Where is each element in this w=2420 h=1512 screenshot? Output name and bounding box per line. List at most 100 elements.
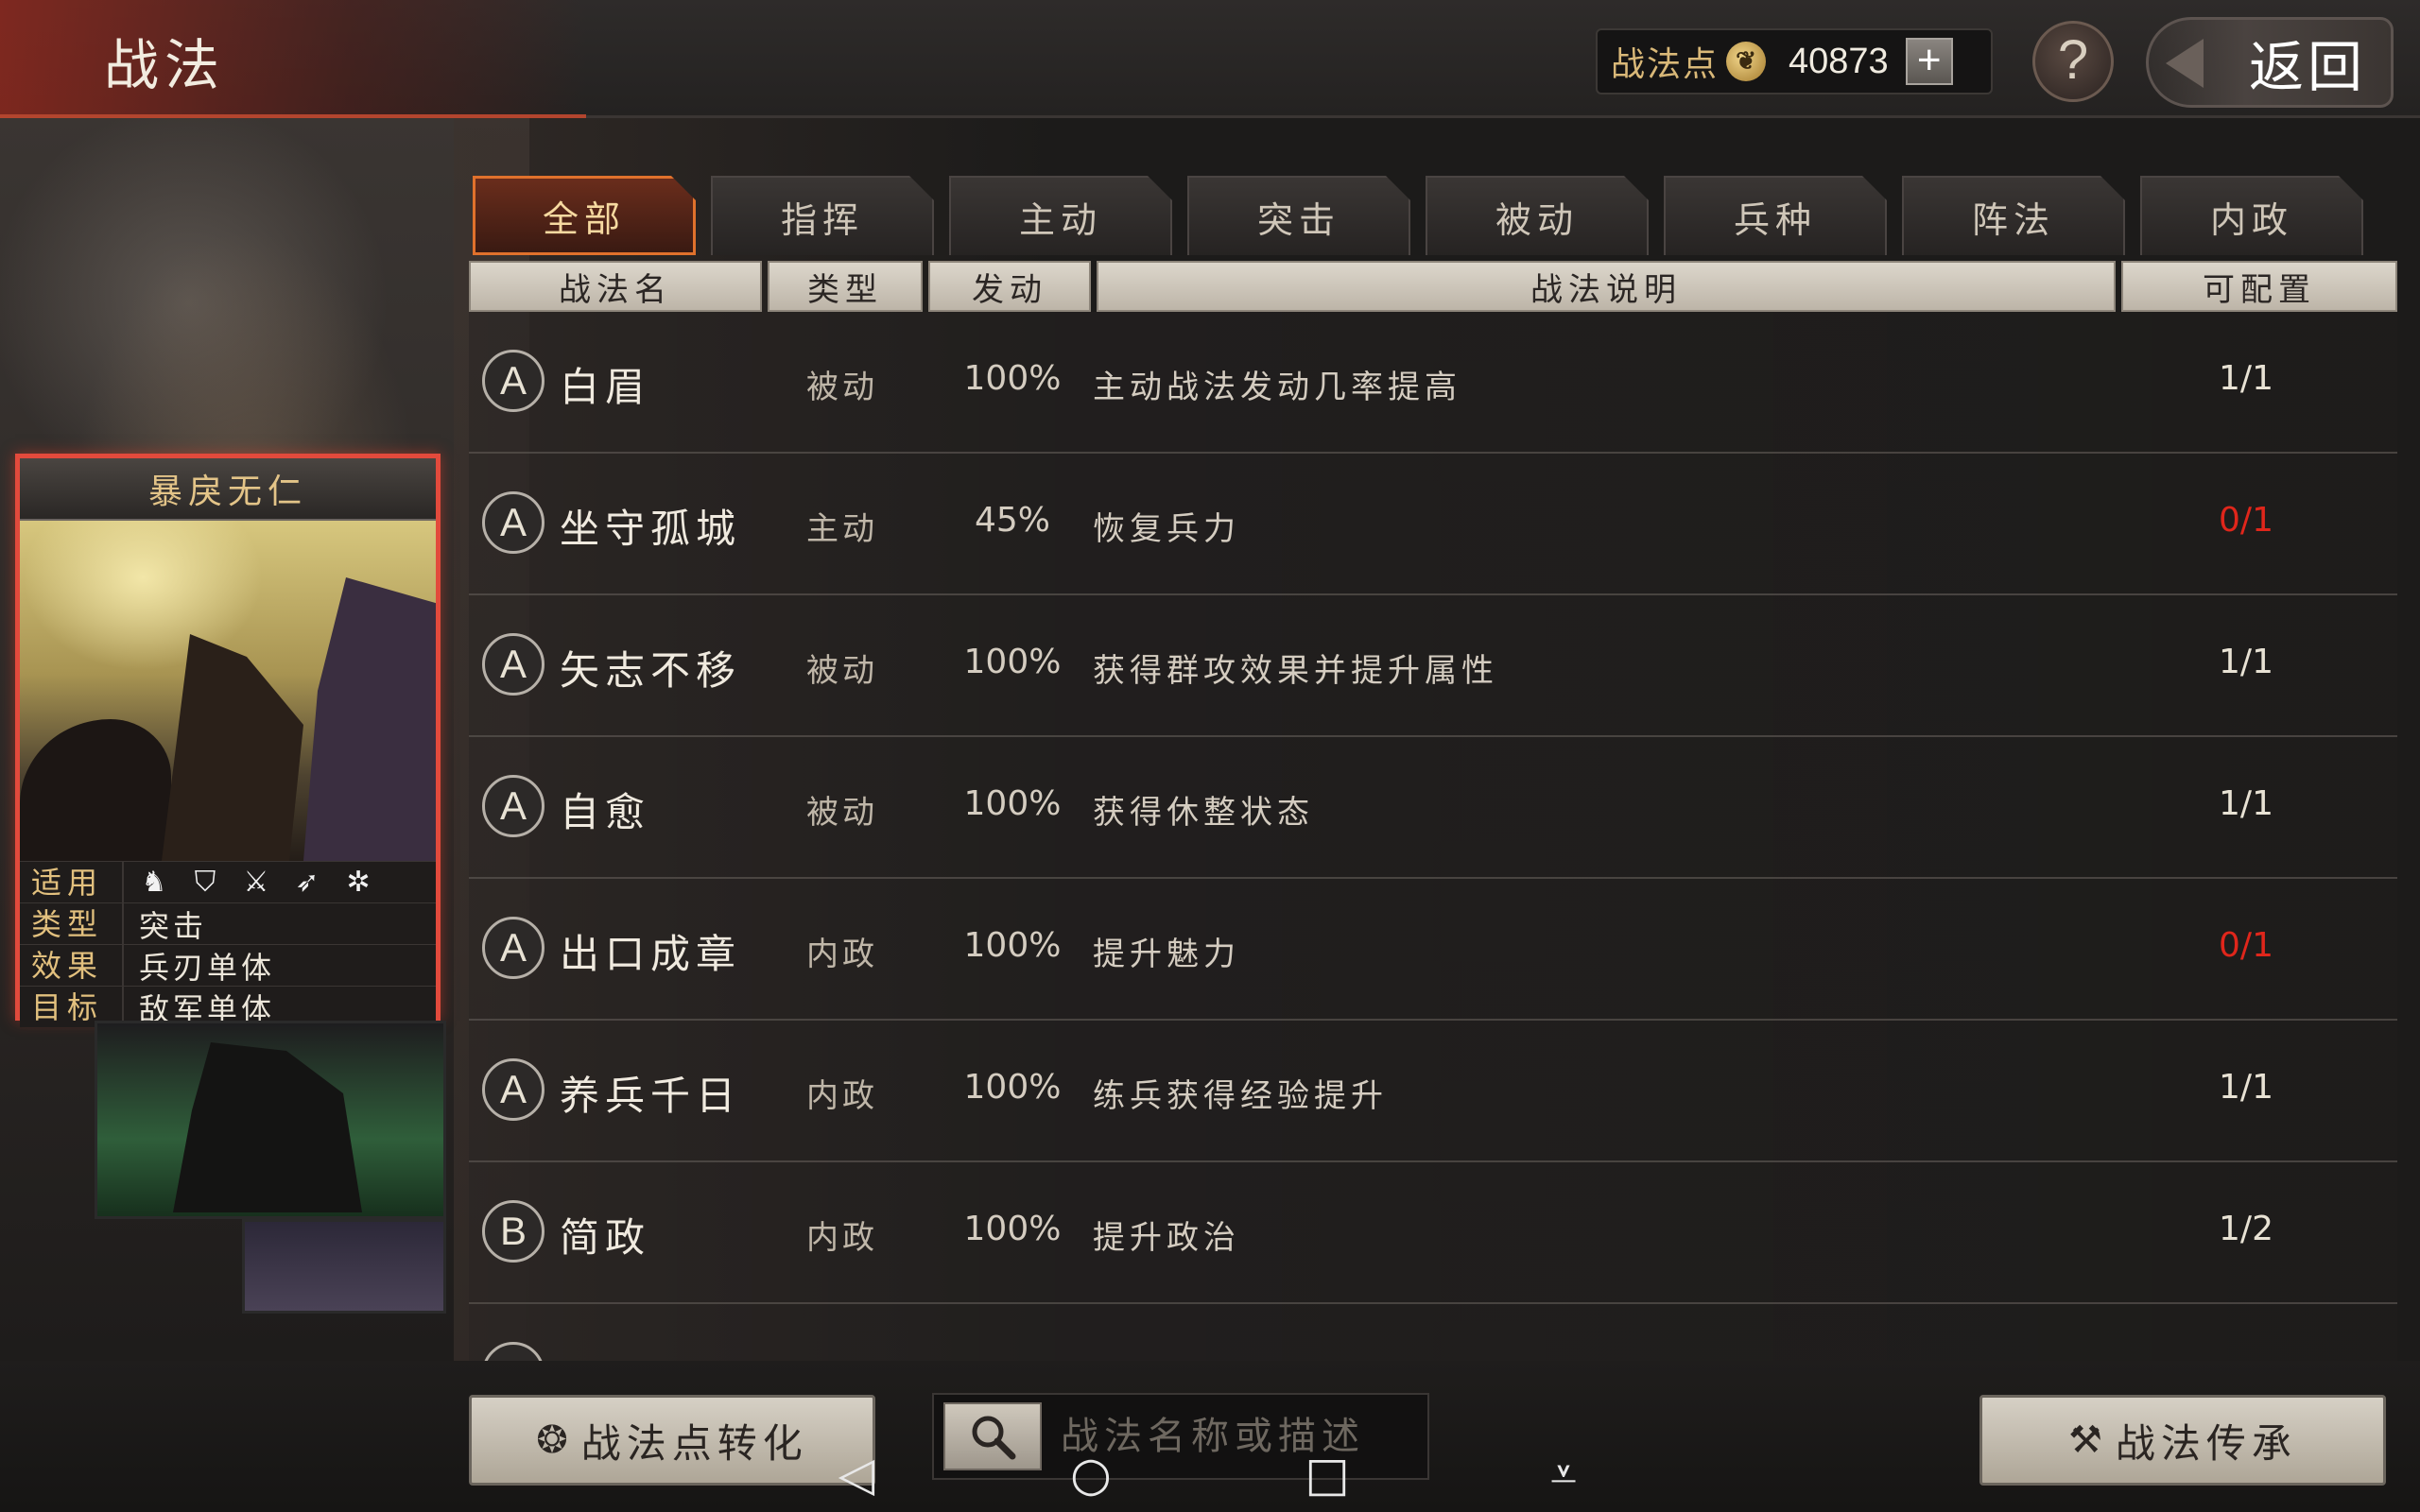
notification-nav-icon[interactable]: ⩡: [1535, 1446, 1592, 1503]
skill-card-stacked[interactable]: [242, 1219, 446, 1314]
column-header-trigger[interactable]: 发动: [928, 261, 1091, 312]
skill-row-partial[interactable]: [469, 1304, 2397, 1361]
skill-description: 获得休整状态: [1093, 794, 1314, 832]
skill-trigger-rate: 100%: [963, 1068, 1062, 1107]
skill-type: 被动: [806, 794, 878, 832]
back-arrow-icon: [2166, 39, 2204, 88]
tactic-point-icon: ❂: [536, 1418, 574, 1462]
skill-card-info: 适用 ♞ ⛉ ⚔ ➶ ✲ 类型 突击 效果 兵刃单体 目标 敌军单体: [20, 861, 436, 1028]
column-header-type[interactable]: 类型: [768, 261, 923, 312]
tab-active[interactable]: 主动: [949, 176, 1172, 255]
skill-type: 被动: [806, 652, 878, 690]
search-button[interactable]: [943, 1402, 1042, 1470]
skill-type: 内政: [806, 1219, 878, 1257]
column-header-description: 战法说明: [1097, 261, 2116, 312]
skill-name: 出口成章: [560, 931, 742, 977]
skill-slots: 1/1: [2219, 1068, 2273, 1107]
skill-type: 内政: [806, 936, 878, 973]
tactic-points-value: 40873: [1789, 41, 1889, 81]
warrior-silhouette: [173, 1042, 362, 1212]
home-nav-icon[interactable]: ○: [1063, 1446, 1119, 1503]
convert-points-button[interactable]: ❂ 战法点转化: [469, 1395, 875, 1486]
category-tabs: 全部 指挥 主动 突击 被动 兵种 阵法 内政: [473, 176, 2363, 255]
top-bar: 战法 战法点 ❦ 40873 + ? 返回: [0, 0, 2420, 118]
add-points-button[interactable]: +: [1905, 38, 1953, 85]
skill-name: 养兵千日: [560, 1073, 742, 1119]
tab-troop[interactable]: 兵种: [1664, 176, 1887, 255]
page-title: 战法: [104, 33, 226, 97]
skill-name: 简政: [560, 1214, 651, 1261]
tactic-points-label: 战法点: [1611, 45, 1720, 84]
skill-description: 主动战法发动几率提高: [1093, 369, 1461, 406]
skill-slots: 0/1: [2219, 926, 2273, 965]
tab-formation[interactable]: 阵法: [1902, 176, 2125, 255]
skill-slots: 0/1: [2219, 501, 2273, 540]
skill-trigger-rate: 100%: [963, 926, 1062, 965]
search-icon: [972, 1416, 1016, 1460]
grade-badge: A: [482, 491, 544, 554]
tab-command[interactable]: 指挥: [711, 176, 934, 255]
skill-type: 主动: [806, 510, 878, 548]
title-banner: [0, 0, 586, 118]
skill-row[interactable]: A 白眉 被动 100% 主动战法发动几率提高 1/1: [469, 312, 2397, 454]
skill-name: 自愈: [560, 789, 651, 835]
tab-assault[interactable]: 突击: [1187, 176, 1410, 255]
grade-badge: A: [482, 917, 544, 979]
effect-label: 效果: [20, 944, 124, 987]
skill-slots: 1/2: [2219, 1210, 2273, 1248]
tactic-points-box: 战法点 ❦ 40873 +: [1596, 28, 1993, 94]
skill-card-title: 暴戾无仁: [20, 458, 436, 521]
skill-description: 获得群攻效果并提升属性: [1093, 652, 1498, 690]
skill-row[interactable]: A 自愈 被动 100% 获得休整状态 1/1: [469, 737, 2397, 879]
tactic-points-icon: ❦: [1726, 42, 1767, 81]
back-nav-icon[interactable]: ◁: [828, 1446, 885, 1503]
convert-points-label: 战法点转化: [580, 1419, 808, 1467]
skill-row[interactable]: A 养兵千日 内政 100% 练兵获得经验提升 1/1: [469, 1021, 2397, 1162]
cavalry-icon: ♞: [141, 866, 171, 899]
tab-all[interactable]: 全部: [473, 176, 696, 255]
rider-silhouette: [162, 634, 303, 861]
skill-card-stacked[interactable]: [95, 1021, 446, 1219]
info-row-type: 类型 突击: [20, 902, 436, 945]
skill-row[interactable]: A 出口成章 内政 100% 提升魅力 0/1: [469, 879, 2397, 1021]
horse-silhouette: [20, 719, 171, 861]
skill-trigger-rate: 100%: [963, 1210, 1062, 1248]
type-label: 类型: [20, 902, 124, 945]
skill-row[interactable]: B 简政 内政 100% 提升政治 1/2: [469, 1162, 2397, 1304]
skill-row[interactable]: A 矢志不移 被动 100% 获得群攻效果并提升属性 1/1: [469, 595, 2397, 737]
applicable-label: 适用: [20, 861, 124, 903]
recents-nav-icon[interactable]: □: [1299, 1446, 1356, 1503]
grade-badge: A: [482, 1058, 544, 1121]
skill-name: 白眉: [560, 364, 651, 410]
effect-value: 兵刃单体: [139, 949, 276, 986]
archer-icon: ➶: [295, 866, 323, 899]
skill-slots: 1/1: [2219, 359, 2273, 398]
back-button[interactable]: 返回: [2146, 17, 2394, 108]
skill-list[interactable]: A 白眉 被动 100% 主动战法发动几率提高 1/1 A 坐守孤城 主动 45…: [469, 312, 2397, 1361]
inherit-tactic-label: 战法传承: [2115, 1419, 2297, 1467]
skill-card[interactable]: 暴戾无仁 适用 ♞ ⛉ ⚔ ➶ ✲ 类型 突击 效果 兵刃单体 目标 敌军单体: [15, 454, 441, 1028]
warrior-silhouette: [303, 577, 436, 861]
grade-badge: A: [482, 350, 544, 412]
skill-row[interactable]: A 坐守孤城 主动 45% 恢复兵力 0/1: [469, 454, 2397, 595]
applicable-icons: ♞ ⛉ ⚔ ➶ ✲: [124, 866, 377, 900]
info-row-applicable: 适用 ♞ ⛉ ⚔ ➶ ✲: [20, 861, 436, 903]
tab-passive[interactable]: 被动: [1426, 176, 1649, 255]
grade-badge: A: [482, 775, 544, 837]
column-header-name[interactable]: 战法名: [469, 261, 762, 312]
column-header-slots[interactable]: 可配置: [2121, 261, 2397, 312]
skill-trigger-rate: 45%: [974, 501, 1050, 540]
inherit-tactic-button[interactable]: ⚒ 战法传承: [1979, 1395, 2386, 1486]
grade-badge: B: [482, 1200, 544, 1263]
skill-description: 恢复兵力: [1093, 510, 1240, 548]
skill-name: 矢志不移: [560, 647, 742, 694]
skill-trigger-rate: 100%: [963, 784, 1062, 823]
tab-internal[interactable]: 内政: [2140, 176, 2363, 255]
help-button[interactable]: ?: [2032, 21, 2114, 102]
skill-card-art: [20, 521, 436, 861]
back-label: 返回: [2248, 35, 2366, 99]
siege-icon: ✲: [346, 866, 374, 899]
type-value: 突击: [139, 907, 208, 944]
skill-description: 练兵获得经验提升: [1093, 1077, 1388, 1115]
grade-badge: A: [482, 633, 544, 696]
